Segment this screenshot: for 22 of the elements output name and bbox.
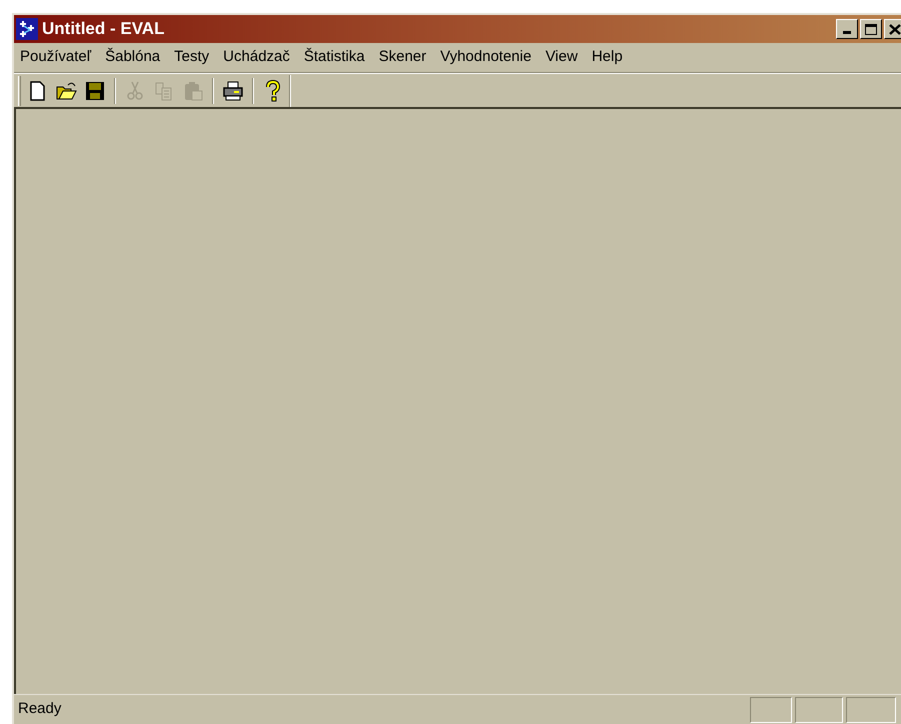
menu-item[interactable]: View [545, 46, 578, 69]
status-text: Ready [18, 699, 62, 720]
status-pane [795, 696, 843, 722]
status-pane [846, 696, 896, 722]
status-pane [750, 696, 792, 722]
menu-item[interactable]: Šablóna [105, 46, 160, 69]
close-icon [889, 24, 901, 34]
menu-item[interactable]: Používateľ [20, 46, 92, 69]
maximize-button[interactable] [860, 19, 882, 39]
folder-icon [55, 80, 77, 102]
printer-icon [222, 80, 244, 102]
clipboard-icon [182, 80, 204, 102]
menu-item[interactable]: Vyhodnotenie [440, 46, 532, 69]
app-icon [16, 18, 38, 40]
menu-item[interactable]: Štatistika [304, 46, 365, 69]
menu-item[interactable]: Help [592, 46, 623, 69]
menu-item[interactable]: Testy [174, 46, 210, 69]
menu-item[interactable]: Uchádzač [223, 46, 290, 69]
menu-item[interactable]: Skener [378, 46, 426, 69]
close-button[interactable] [884, 19, 901, 39]
minimize-button[interactable] [836, 19, 858, 39]
window-title: Untitled - EVAL [42, 18, 164, 40]
